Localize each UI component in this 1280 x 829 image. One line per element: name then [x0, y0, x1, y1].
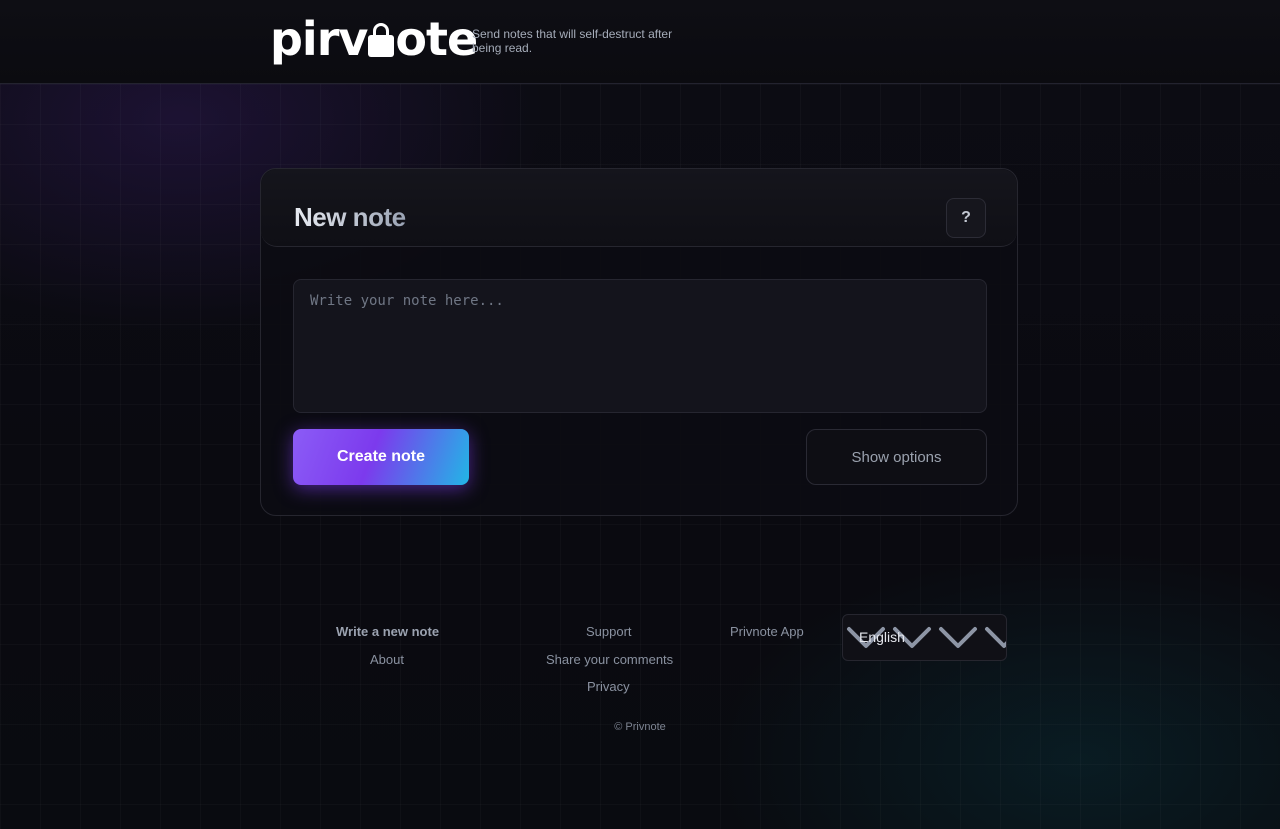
- footer-link-write-new[interactable]: Write a new note: [336, 624, 439, 639]
- new-note-card: New note ? Create note Show options: [260, 168, 1018, 516]
- card-header: New note ?: [261, 169, 1017, 247]
- language-select[interactable]: English: [842, 614, 1007, 661]
- tagline: Send notes that will self-destruct after…: [472, 27, 673, 55]
- footer-link-share-comments[interactable]: Share your comments: [546, 652, 673, 667]
- footer-link-support[interactable]: Support: [586, 624, 632, 639]
- site-header: pirv ote Send notes that will self-destr…: [0, 0, 1280, 84]
- privnote-logo[interactable]: pirv ote: [270, 10, 478, 68]
- note-textarea[interactable]: [293, 279, 987, 413]
- show-options-button[interactable]: Show options: [806, 429, 987, 485]
- footer-link-about[interactable]: About: [370, 652, 404, 667]
- logo-text-left: pirv: [270, 12, 368, 66]
- logo-text-right: ote: [395, 12, 478, 66]
- lock-icon: [368, 23, 395, 57]
- footer-link-app[interactable]: Privnote App: [730, 624, 804, 639]
- create-note-button[interactable]: Create note: [293, 429, 469, 485]
- language-selected-value: English: [859, 629, 905, 645]
- page-title: New note: [294, 202, 406, 232]
- help-button[interactable]: ?: [946, 198, 986, 238]
- copyright: © Privnote: [614, 721, 666, 733]
- footer-link-privacy[interactable]: Privacy: [587, 679, 630, 694]
